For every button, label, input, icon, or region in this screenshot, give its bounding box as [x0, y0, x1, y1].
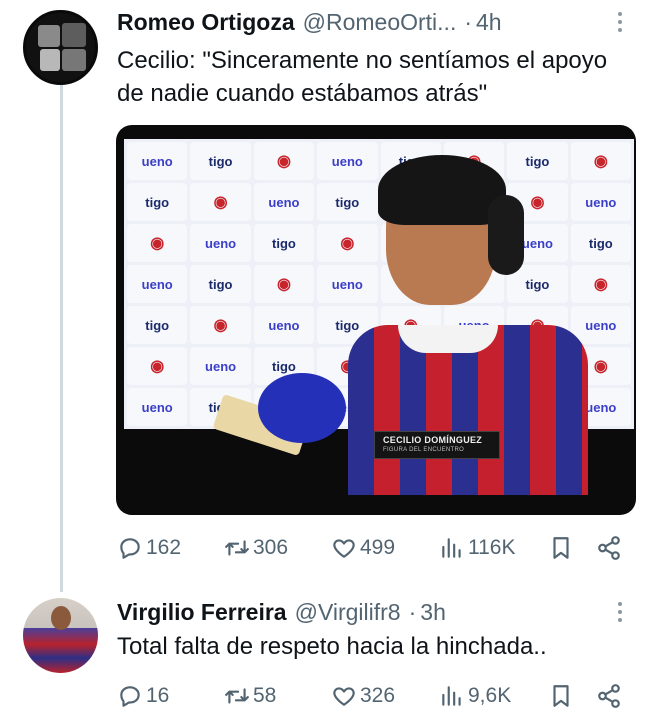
tweet-actions: 162 306 499 116K	[117, 533, 637, 563]
tweet[interactable]: Virgilio Ferreira @Virgilifr8 · 3h Total…	[0, 590, 656, 720]
timestamp[interactable]: 3h	[420, 598, 446, 626]
author-name[interactable]: Virgilio Ferreira	[117, 598, 287, 626]
tweet-text: Total falta de respeto hacia la hinchada…	[117, 633, 547, 660]
author-handle[interactable]: @Virgilifr8	[295, 598, 401, 626]
like-count: 499	[360, 536, 396, 559]
retweet-icon	[225, 688, 249, 704]
avatar[interactable]	[23, 10, 98, 85]
views-button[interactable]: 116K	[439, 535, 516, 561]
retweet-count: 306	[253, 536, 289, 559]
broadcast-caption: CECILIO DOMÍNGUEZ FIGURA DEL ENCUENTRO	[374, 431, 500, 459]
retweet-button[interactable]: 58	[224, 683, 276, 709]
bookmark-icon	[553, 537, 569, 559]
bookmark-icon	[553, 685, 569, 707]
view-count: 9,6K	[468, 684, 512, 707]
tweet-header: Romeo Ortigoza @RomeoOrti... · 4h	[117, 8, 502, 36]
tweet-text: Cecilio: "Sinceramente no sentíamos el a…	[117, 47, 608, 107]
separator-dot: ·	[464, 9, 473, 35]
tweet-media-image[interactable]: uenotigo◉uenotigo◉tigo◉ tigo◉uenotigo◉ue…	[116, 125, 636, 515]
tweet[interactable]: Romeo Ortigoza @RomeoOrti... · 4h Cecili…	[0, 0, 656, 590]
reply-button[interactable]: 162	[117, 535, 181, 561]
reply-count: 16	[146, 684, 170, 707]
bookmark-button[interactable]	[548, 535, 574, 561]
more-icon[interactable]	[618, 12, 624, 32]
like-button[interactable]: 326	[331, 683, 395, 709]
tweet-actions: 16 58 326 9,6K	[117, 681, 637, 711]
retweet-count: 58	[253, 684, 277, 707]
reply-count: 162	[146, 536, 182, 559]
view-count: 116K	[468, 536, 516, 559]
more-icon[interactable]	[618, 602, 624, 622]
author-name[interactable]: Romeo Ortigoza	[117, 8, 295, 36]
like-button[interactable]: 499	[331, 535, 395, 561]
bookmark-button[interactable]	[548, 683, 574, 709]
share-button[interactable]	[596, 683, 622, 709]
retweet-button[interactable]: 306	[224, 535, 288, 561]
share-icon	[598, 684, 620, 708]
views-button[interactable]: 9,6K	[439, 683, 511, 709]
tweet-header: Virgilio Ferreira @Virgilifr8 · 3h	[117, 598, 446, 626]
avatar[interactable]	[23, 598, 98, 673]
views-icon	[442, 538, 461, 558]
microphone	[258, 373, 346, 443]
views-icon	[442, 686, 461, 706]
reply-icon	[120, 538, 140, 559]
like-count: 326	[360, 684, 396, 707]
heart-icon	[333, 687, 355, 706]
timestamp[interactable]: 4h	[476, 8, 502, 36]
share-icon	[598, 536, 620, 560]
reply-button[interactable]: 16	[117, 683, 169, 709]
caption-role: FIGURA DEL ENCUENTRO	[383, 447, 465, 453]
share-button[interactable]	[596, 535, 622, 561]
retweet-icon	[225, 540, 249, 556]
heart-icon	[333, 539, 355, 558]
author-handle[interactable]: @RomeoOrti...	[303, 8, 457, 36]
reply-icon	[120, 686, 140, 707]
separator-dot: ·	[408, 599, 417, 625]
caption-player-name: CECILIO DOMÍNGUEZ	[383, 435, 483, 445]
